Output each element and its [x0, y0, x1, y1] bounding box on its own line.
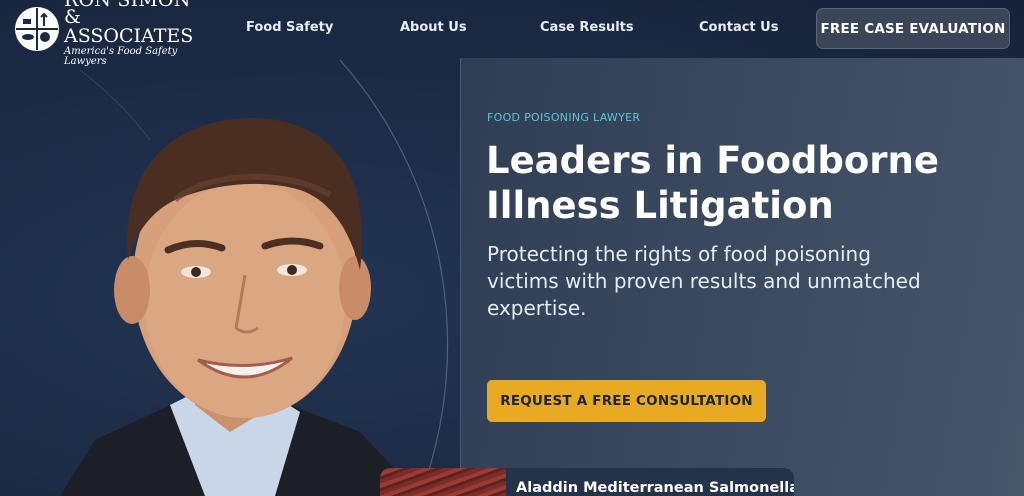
request-consultation-button[interactable]: REQUEST A FREE CONSULTATION [487, 380, 766, 422]
site-header: RON SIMON & ASSOCIATES America's Food Sa… [0, 0, 1024, 67]
brand-name-line1: RON SIMON [64, 0, 191, 11]
nav-about-us[interactable]: About Us [400, 20, 467, 35]
page: RON SIMON & ASSOCIATES America's Food Sa… [0, 0, 1024, 496]
brand-wordmark: RON SIMON & ASSOCIATES America's Food Sa… [64, 0, 204, 67]
case-result-card[interactable]: Aladdin Mediterranean Salmonella [380, 468, 794, 496]
nav-contact-us[interactable]: Contact Us [699, 20, 778, 35]
hero-headline: Leaders in Foodborne Illness Litigation [486, 138, 986, 228]
nav-case-results[interactable]: Case Results [540, 20, 634, 35]
food-safety-seal-icon [15, 7, 59, 51]
brand-logo[interactable]: RON SIMON & ASSOCIATES America's Food Sa… [14, 0, 204, 67]
case-title: Aladdin Mediterranean Salmonella [516, 480, 794, 496]
brand-name-line2: & ASSOCIATES [64, 6, 194, 47]
free-case-evaluation-button[interactable]: FREE CASE EVALUATION [816, 8, 1010, 49]
hero-subheading: Protecting the rights of food poisoning … [487, 242, 921, 320]
hero-headline-line1: Leaders in Foodborne [486, 139, 939, 182]
brand-tagline: America's Food Safety Lawyers [64, 46, 178, 67]
hero-eyebrow: FOOD POISONING LAWYER [487, 111, 641, 124]
hero-headline-line2: Illness Litigation [486, 184, 834, 228]
nav-food-safety[interactable]: Food Safety [246, 20, 333, 35]
attorney-portrait [60, 118, 420, 496]
case-thumbnail [380, 468, 506, 496]
